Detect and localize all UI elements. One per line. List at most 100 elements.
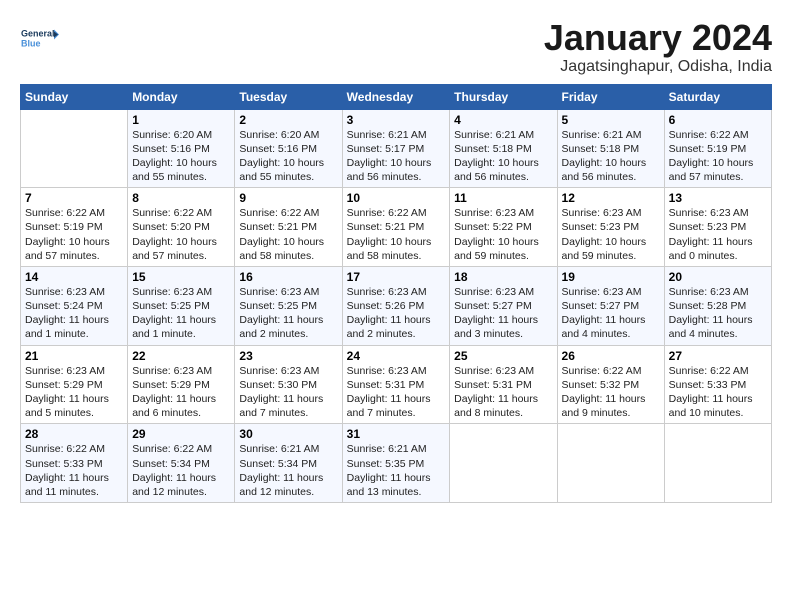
- logo: General Blue: [20, 18, 60, 58]
- day-number: 7: [25, 191, 123, 205]
- calendar-cell: 25Sunrise: 6:23 AM Sunset: 5:31 PM Dayli…: [450, 345, 557, 424]
- day-number: 4: [454, 113, 552, 127]
- calendar-cell: 16Sunrise: 6:23 AM Sunset: 5:25 PM Dayli…: [235, 266, 342, 345]
- calendar-cell: 26Sunrise: 6:22 AM Sunset: 5:32 PM Dayli…: [557, 345, 664, 424]
- day-number: 23: [239, 349, 337, 363]
- calendar-cell: 14Sunrise: 6:23 AM Sunset: 5:24 PM Dayli…: [21, 266, 128, 345]
- day-info: Sunrise: 6:23 AM Sunset: 5:24 PM Dayligh…: [25, 285, 123, 342]
- day-number: 21: [25, 349, 123, 363]
- calendar-week-row: 21Sunrise: 6:23 AM Sunset: 5:29 PM Dayli…: [21, 345, 772, 424]
- day-number: 30: [239, 427, 337, 441]
- calendar-cell: 27Sunrise: 6:22 AM Sunset: 5:33 PM Dayli…: [664, 345, 771, 424]
- weekday-header: Monday: [128, 84, 235, 109]
- page-title: January 2024: [544, 18, 772, 58]
- day-info: Sunrise: 6:23 AM Sunset: 5:23 PM Dayligh…: [562, 206, 660, 263]
- day-number: 26: [562, 349, 660, 363]
- weekday-header: Saturday: [664, 84, 771, 109]
- calendar-cell: 22Sunrise: 6:23 AM Sunset: 5:29 PM Dayli…: [128, 345, 235, 424]
- day-info: Sunrise: 6:22 AM Sunset: 5:33 PM Dayligh…: [25, 442, 123, 499]
- weekday-header: Thursday: [450, 84, 557, 109]
- day-info: Sunrise: 6:21 AM Sunset: 5:17 PM Dayligh…: [347, 128, 446, 185]
- day-number: 2: [239, 113, 337, 127]
- calendar-cell: 2Sunrise: 6:20 AM Sunset: 5:16 PM Daylig…: [235, 109, 342, 188]
- day-info: Sunrise: 6:23 AM Sunset: 5:28 PM Dayligh…: [669, 285, 767, 342]
- day-info: Sunrise: 6:20 AM Sunset: 5:16 PM Dayligh…: [239, 128, 337, 185]
- svg-text:General: General: [21, 29, 55, 39]
- weekday-header-row: SundayMondayTuesdayWednesdayThursdayFrid…: [21, 84, 772, 109]
- day-info: Sunrise: 6:23 AM Sunset: 5:29 PM Dayligh…: [132, 364, 230, 421]
- day-number: 1: [132, 113, 230, 127]
- calendar-cell: [450, 424, 557, 503]
- calendar-cell: 24Sunrise: 6:23 AM Sunset: 5:31 PM Dayli…: [342, 345, 450, 424]
- day-info: Sunrise: 6:23 AM Sunset: 5:29 PM Dayligh…: [25, 364, 123, 421]
- day-info: Sunrise: 6:23 AM Sunset: 5:31 PM Dayligh…: [347, 364, 446, 421]
- calendar-cell: 19Sunrise: 6:23 AM Sunset: 5:27 PM Dayli…: [557, 266, 664, 345]
- day-number: 10: [347, 191, 446, 205]
- day-number: 14: [25, 270, 123, 284]
- calendar-week-row: 14Sunrise: 6:23 AM Sunset: 5:24 PM Dayli…: [21, 266, 772, 345]
- calendar-cell: 3Sunrise: 6:21 AM Sunset: 5:17 PM Daylig…: [342, 109, 450, 188]
- day-info: Sunrise: 6:22 AM Sunset: 5:32 PM Dayligh…: [562, 364, 660, 421]
- calendar-cell: 12Sunrise: 6:23 AM Sunset: 5:23 PM Dayli…: [557, 188, 664, 267]
- day-info: Sunrise: 6:23 AM Sunset: 5:25 PM Dayligh…: [132, 285, 230, 342]
- calendar-cell: 13Sunrise: 6:23 AM Sunset: 5:23 PM Dayli…: [664, 188, 771, 267]
- day-info: Sunrise: 6:22 AM Sunset: 5:21 PM Dayligh…: [239, 206, 337, 263]
- day-info: Sunrise: 6:21 AM Sunset: 5:18 PM Dayligh…: [562, 128, 660, 185]
- day-info: Sunrise: 6:23 AM Sunset: 5:31 PM Dayligh…: [454, 364, 552, 421]
- day-number: 18: [454, 270, 552, 284]
- page-subtitle: Jagatsinghapur, Odisha, India: [544, 58, 772, 76]
- day-info: Sunrise: 6:23 AM Sunset: 5:26 PM Dayligh…: [347, 285, 446, 342]
- calendar-cell: 6Sunrise: 6:22 AM Sunset: 5:19 PM Daylig…: [664, 109, 771, 188]
- calendar-cell: 18Sunrise: 6:23 AM Sunset: 5:27 PM Dayli…: [450, 266, 557, 345]
- day-number: 12: [562, 191, 660, 205]
- day-info: Sunrise: 6:23 AM Sunset: 5:30 PM Dayligh…: [239, 364, 337, 421]
- calendar-cell: 4Sunrise: 6:21 AM Sunset: 5:18 PM Daylig…: [450, 109, 557, 188]
- calendar-week-row: 28Sunrise: 6:22 AM Sunset: 5:33 PM Dayli…: [21, 424, 772, 503]
- day-number: 13: [669, 191, 767, 205]
- weekday-header: Sunday: [21, 84, 128, 109]
- calendar-cell: 17Sunrise: 6:23 AM Sunset: 5:26 PM Dayli…: [342, 266, 450, 345]
- day-info: Sunrise: 6:23 AM Sunset: 5:27 PM Dayligh…: [562, 285, 660, 342]
- calendar-cell: 9Sunrise: 6:22 AM Sunset: 5:21 PM Daylig…: [235, 188, 342, 267]
- weekday-header: Friday: [557, 84, 664, 109]
- day-number: 15: [132, 270, 230, 284]
- calendar-week-row: 7Sunrise: 6:22 AM Sunset: 5:19 PM Daylig…: [21, 188, 772, 267]
- calendar-cell: 1Sunrise: 6:20 AM Sunset: 5:16 PM Daylig…: [128, 109, 235, 188]
- calendar-cell: 31Sunrise: 6:21 AM Sunset: 5:35 PM Dayli…: [342, 424, 450, 503]
- day-number: 3: [347, 113, 446, 127]
- calendar-cell: [21, 109, 128, 188]
- calendar-cell: [664, 424, 771, 503]
- calendar-cell: 21Sunrise: 6:23 AM Sunset: 5:29 PM Dayli…: [21, 345, 128, 424]
- day-number: 31: [347, 427, 446, 441]
- day-info: Sunrise: 6:22 AM Sunset: 5:33 PM Dayligh…: [669, 364, 767, 421]
- day-info: Sunrise: 6:23 AM Sunset: 5:27 PM Dayligh…: [454, 285, 552, 342]
- day-info: Sunrise: 6:21 AM Sunset: 5:35 PM Dayligh…: [347, 442, 446, 499]
- calendar-cell: 11Sunrise: 6:23 AM Sunset: 5:22 PM Dayli…: [450, 188, 557, 267]
- calendar-cell: 28Sunrise: 6:22 AM Sunset: 5:33 PM Dayli…: [21, 424, 128, 503]
- calendar-cell: 7Sunrise: 6:22 AM Sunset: 5:19 PM Daylig…: [21, 188, 128, 267]
- day-number: 29: [132, 427, 230, 441]
- weekday-header: Tuesday: [235, 84, 342, 109]
- day-number: 9: [239, 191, 337, 205]
- day-info: Sunrise: 6:22 AM Sunset: 5:20 PM Dayligh…: [132, 206, 230, 263]
- calendar-table: SundayMondayTuesdayWednesdayThursdayFrid…: [20, 84, 772, 503]
- title-block: January 2024 Jagatsinghapur, Odisha, Ind…: [544, 18, 772, 76]
- calendar-cell: 8Sunrise: 6:22 AM Sunset: 5:20 PM Daylig…: [128, 188, 235, 267]
- calendar-cell: 10Sunrise: 6:22 AM Sunset: 5:21 PM Dayli…: [342, 188, 450, 267]
- day-number: 11: [454, 191, 552, 205]
- day-info: Sunrise: 6:23 AM Sunset: 5:23 PM Dayligh…: [669, 206, 767, 263]
- day-info: Sunrise: 6:22 AM Sunset: 5:21 PM Dayligh…: [347, 206, 446, 263]
- calendar-cell: [557, 424, 664, 503]
- day-number: 25: [454, 349, 552, 363]
- day-info: Sunrise: 6:22 AM Sunset: 5:19 PM Dayligh…: [669, 128, 767, 185]
- calendar-cell: 20Sunrise: 6:23 AM Sunset: 5:28 PM Dayli…: [664, 266, 771, 345]
- calendar-week-row: 1Sunrise: 6:20 AM Sunset: 5:16 PM Daylig…: [21, 109, 772, 188]
- logo-svg: General Blue: [20, 18, 60, 58]
- day-number: 17: [347, 270, 446, 284]
- calendar-cell: 30Sunrise: 6:21 AM Sunset: 5:34 PM Dayli…: [235, 424, 342, 503]
- calendar-cell: 15Sunrise: 6:23 AM Sunset: 5:25 PM Dayli…: [128, 266, 235, 345]
- day-info: Sunrise: 6:20 AM Sunset: 5:16 PM Dayligh…: [132, 128, 230, 185]
- day-number: 27: [669, 349, 767, 363]
- day-info: Sunrise: 6:21 AM Sunset: 5:18 PM Dayligh…: [454, 128, 552, 185]
- day-info: Sunrise: 6:22 AM Sunset: 5:34 PM Dayligh…: [132, 442, 230, 499]
